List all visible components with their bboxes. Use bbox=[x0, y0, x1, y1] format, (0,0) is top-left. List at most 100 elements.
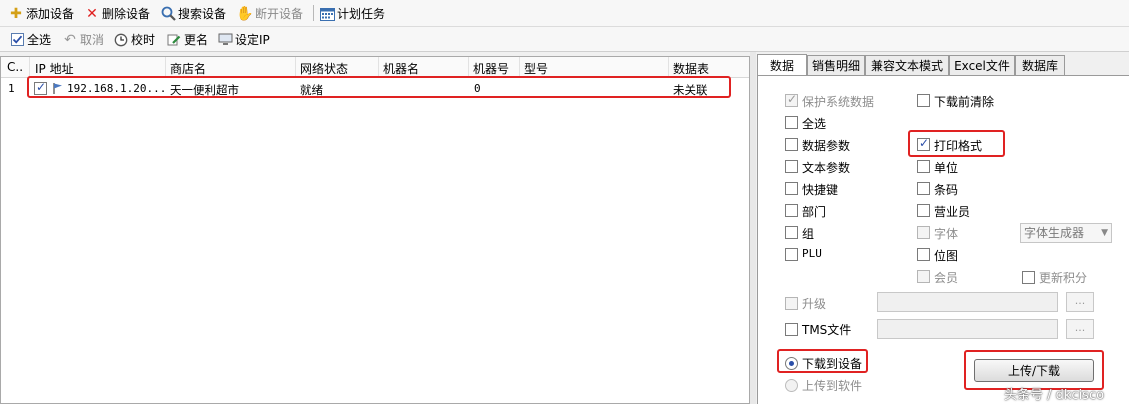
rename-label: 更名 bbox=[184, 33, 209, 47]
delete-device-button[interactable]: ✕ 删除设备 bbox=[84, 4, 150, 23]
text-params-checkbox[interactable] bbox=[785, 160, 798, 173]
column-divider[interactable] bbox=[519, 57, 520, 77]
column-divider[interactable] bbox=[29, 57, 30, 77]
column-header-index[interactable]: C.. bbox=[7, 60, 23, 74]
protect-system-data-checkbox[interactable] bbox=[785, 92, 798, 107]
unit-checkbox[interactable] bbox=[917, 160, 930, 173]
column-divider[interactable] bbox=[468, 57, 469, 77]
column-divider[interactable] bbox=[378, 57, 379, 77]
watermark-text: 头条号 / dkcisco bbox=[1004, 388, 1105, 403]
upgrade-browse-button[interactable]: ... bbox=[1066, 292, 1094, 312]
select-all-option-label: 全选 bbox=[802, 117, 827, 131]
scheduled-task-button[interactable]: 计划任务 bbox=[319, 4, 385, 23]
column-header-store[interactable]: 商店名 bbox=[170, 60, 206, 77]
upgrade-checkbox[interactable] bbox=[785, 297, 798, 310]
cancel-label: 取消 bbox=[80, 33, 105, 47]
column-divider[interactable] bbox=[668, 57, 669, 77]
hand-icon: ✋ bbox=[236, 5, 254, 22]
plu-checkbox[interactable] bbox=[785, 248, 798, 261]
table-row[interactable]: 1 192.168.1.20... 天一便利超市 就绪 0 未关联 bbox=[1, 79, 749, 99]
barcode-label: 条码 bbox=[934, 183, 959, 197]
tab-excel-file[interactable]: Excel文件 bbox=[949, 55, 1015, 75]
tms-file-label: TMS文件 bbox=[802, 323, 852, 337]
tab-data[interactable]: 数据 bbox=[757, 54, 807, 75]
text-params-label: 文本参数 bbox=[802, 161, 851, 175]
toolbar-separator bbox=[313, 5, 314, 21]
upload-download-button[interactable]: 上传/下载 bbox=[974, 359, 1094, 382]
column-header-machine-no[interactable]: 机器号 bbox=[473, 60, 509, 77]
row-status: 就绪 bbox=[300, 83, 323, 97]
set-ip-button[interactable]: 设定IP bbox=[217, 30, 270, 49]
font-label: 字体 bbox=[934, 227, 959, 241]
data-params-checkbox[interactable] bbox=[785, 138, 798, 151]
column-header-status[interactable]: 网络状态 bbox=[300, 60, 348, 77]
add-device-button[interactable]: ✚ 添加设备 bbox=[8, 4, 74, 23]
plus-icon: ✚ bbox=[10, 5, 22, 22]
undo-icon: ↶ bbox=[64, 31, 76, 48]
shortcut-keys-checkbox[interactable] bbox=[785, 182, 798, 195]
device-flag-icon bbox=[52, 82, 63, 98]
column-divider[interactable] bbox=[295, 57, 296, 77]
sync-time-button[interactable]: 校时 bbox=[113, 30, 155, 49]
row-index: 1 bbox=[8, 82, 15, 95]
select-all-button[interactable]: 全选 bbox=[9, 30, 51, 49]
clear-before-download-checkbox[interactable] bbox=[917, 94, 930, 107]
print-format-checkbox[interactable] bbox=[917, 136, 930, 151]
column-header-ip[interactable]: IP 地址 bbox=[35, 60, 74, 77]
tab-sales-detail[interactable]: 销售明细 bbox=[807, 55, 865, 75]
member-checkbox[interactable] bbox=[917, 270, 930, 283]
column-header-model[interactable]: 型号 bbox=[524, 60, 548, 77]
upload-to-software-label: 上传到软件 bbox=[802, 379, 863, 393]
network-icon bbox=[217, 32, 233, 48]
group-label: 组 bbox=[802, 227, 815, 241]
unit-label: 单位 bbox=[934, 161, 959, 175]
upgrade-path-field[interactable] bbox=[877, 292, 1058, 312]
shortcut-keys-label: 快捷键 bbox=[802, 183, 839, 197]
rename-icon bbox=[166, 32, 182, 48]
row-store: 天一便利超市 bbox=[170, 83, 239, 97]
delete-x-icon: ✕ bbox=[86, 5, 98, 22]
search-icon bbox=[160, 6, 176, 22]
plu-label: PLU bbox=[802, 247, 822, 260]
checkbox-checked-icon bbox=[9, 32, 25, 48]
grid-header: C.. IP 地址 商店名 网络状态 机器名 机器号 型号 数据表 bbox=[1, 57, 749, 78]
rename-button[interactable]: 更名 bbox=[166, 30, 208, 49]
member-label: 会员 bbox=[934, 271, 959, 285]
tms-file-checkbox[interactable] bbox=[785, 323, 798, 336]
panel-splitter[interactable] bbox=[750, 52, 756, 404]
group-checkbox[interactable] bbox=[785, 226, 798, 239]
column-header-table[interactable]: 数据表 bbox=[673, 60, 709, 77]
upload-to-software-radio[interactable] bbox=[785, 379, 798, 392]
row-ip: 192.168.1.20... bbox=[67, 82, 167, 95]
download-to-device-radio[interactable] bbox=[785, 357, 798, 370]
main-toolbar: ✚ 添加设备 ✕ 删除设备 搜索设备 ✋ 断开设备 计划任务 bbox=[0, 0, 1129, 27]
delete-device-label: 删除设备 bbox=[102, 7, 151, 21]
row-select-checkbox[interactable] bbox=[34, 80, 47, 95]
cancel-button[interactable]: ↶ 取消 bbox=[62, 30, 104, 49]
department-checkbox[interactable] bbox=[785, 204, 798, 217]
tms-file-browse-button[interactable]: ... bbox=[1066, 319, 1094, 339]
salesperson-checkbox[interactable] bbox=[917, 204, 930, 217]
selection-toolbar: 全选 ↶ 取消 校时 更名 设定IP bbox=[0, 27, 1129, 52]
disconnect-device-button[interactable]: ✋ 断开设备 bbox=[236, 4, 303, 23]
font-generator-select[interactable]: 字体生成器 ▼ bbox=[1020, 223, 1112, 243]
column-header-machine-name[interactable]: 机器名 bbox=[383, 60, 419, 77]
barcode-checkbox[interactable] bbox=[917, 182, 930, 195]
update-points-checkbox[interactable] bbox=[1022, 271, 1035, 284]
tab-compatible-text-mode[interactable]: 兼容文本模式 bbox=[865, 55, 949, 75]
search-device-button[interactable]: 搜索设备 bbox=[160, 4, 226, 23]
tab-database[interactable]: 数据库 bbox=[1015, 55, 1065, 75]
bitmap-checkbox[interactable] bbox=[917, 248, 930, 261]
column-divider[interactable] bbox=[165, 57, 166, 77]
download-to-device-label: 下载到设备 bbox=[802, 357, 863, 371]
font-generator-value: 字体生成器 bbox=[1024, 226, 1085, 240]
row-machine-no: 0 bbox=[474, 82, 481, 95]
device-grid: C.. IP 地址 商店名 网络状态 机器名 机器号 型号 数据表 1 192.… bbox=[0, 56, 750, 404]
bitmap-label: 位图 bbox=[934, 249, 959, 263]
font-checkbox[interactable] bbox=[917, 226, 930, 239]
tms-file-path-field[interactable] bbox=[877, 319, 1058, 339]
select-all-checkbox[interactable] bbox=[785, 116, 798, 129]
add-device-label: 添加设备 bbox=[26, 7, 75, 21]
print-format-label: 打印格式 bbox=[934, 139, 983, 153]
calendar-icon bbox=[319, 6, 335, 22]
